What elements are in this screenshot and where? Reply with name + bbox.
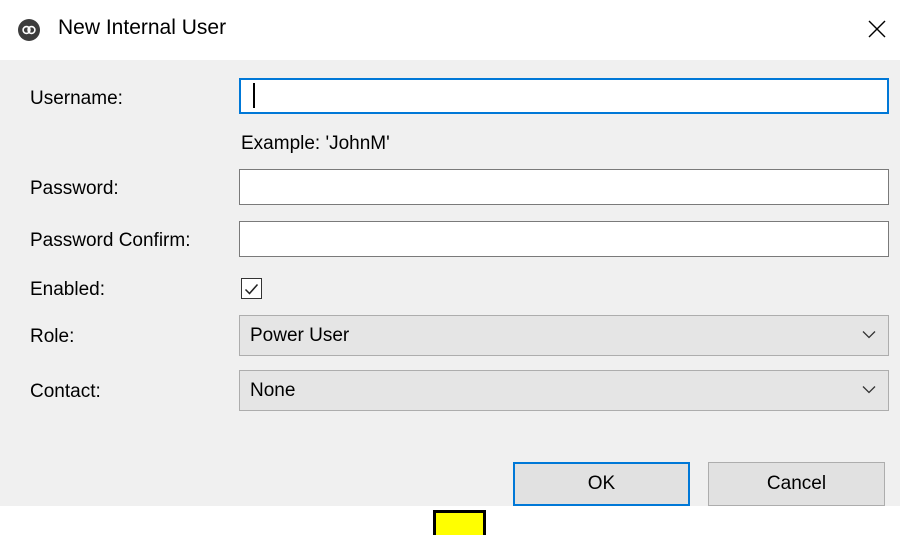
contact-label: Contact: bbox=[30, 381, 101, 402]
text-caret bbox=[253, 83, 255, 108]
password-label: Password: bbox=[30, 178, 119, 199]
highlight-marker bbox=[433, 510, 486, 535]
contact-selected-value: None bbox=[250, 380, 296, 401]
cancel-button[interactable]: Cancel bbox=[708, 462, 885, 506]
contact-select[interactable]: None bbox=[239, 370, 889, 411]
password-input[interactable] bbox=[239, 169, 889, 205]
app-logo-icon bbox=[18, 19, 40, 41]
close-icon[interactable] bbox=[860, 12, 894, 46]
role-selected-value: Power User bbox=[250, 325, 350, 346]
enabled-label: Enabled: bbox=[30, 279, 106, 300]
username-input[interactable] bbox=[239, 78, 889, 114]
new-user-dialog: New Internal User Username: Example: 'Jo… bbox=[0, 0, 900, 506]
enabled-checkbox[interactable] bbox=[241, 278, 262, 299]
checkmark-icon bbox=[244, 283, 259, 295]
title-bar: New Internal User bbox=[0, 0, 900, 60]
window-title: New Internal User bbox=[58, 16, 227, 39]
role-label: Role: bbox=[30, 326, 75, 347]
username-example-hint: Example: 'JohnM' bbox=[241, 133, 390, 154]
password-confirm-label: Password Confirm: bbox=[30, 230, 191, 251]
chevron-down-icon bbox=[862, 386, 876, 394]
ok-button[interactable]: OK bbox=[513, 462, 690, 506]
chevron-down-icon bbox=[862, 331, 876, 339]
role-select[interactable]: Power User bbox=[239, 315, 889, 356]
username-label: Username: bbox=[30, 88, 123, 109]
password-confirm-input[interactable] bbox=[239, 221, 889, 257]
